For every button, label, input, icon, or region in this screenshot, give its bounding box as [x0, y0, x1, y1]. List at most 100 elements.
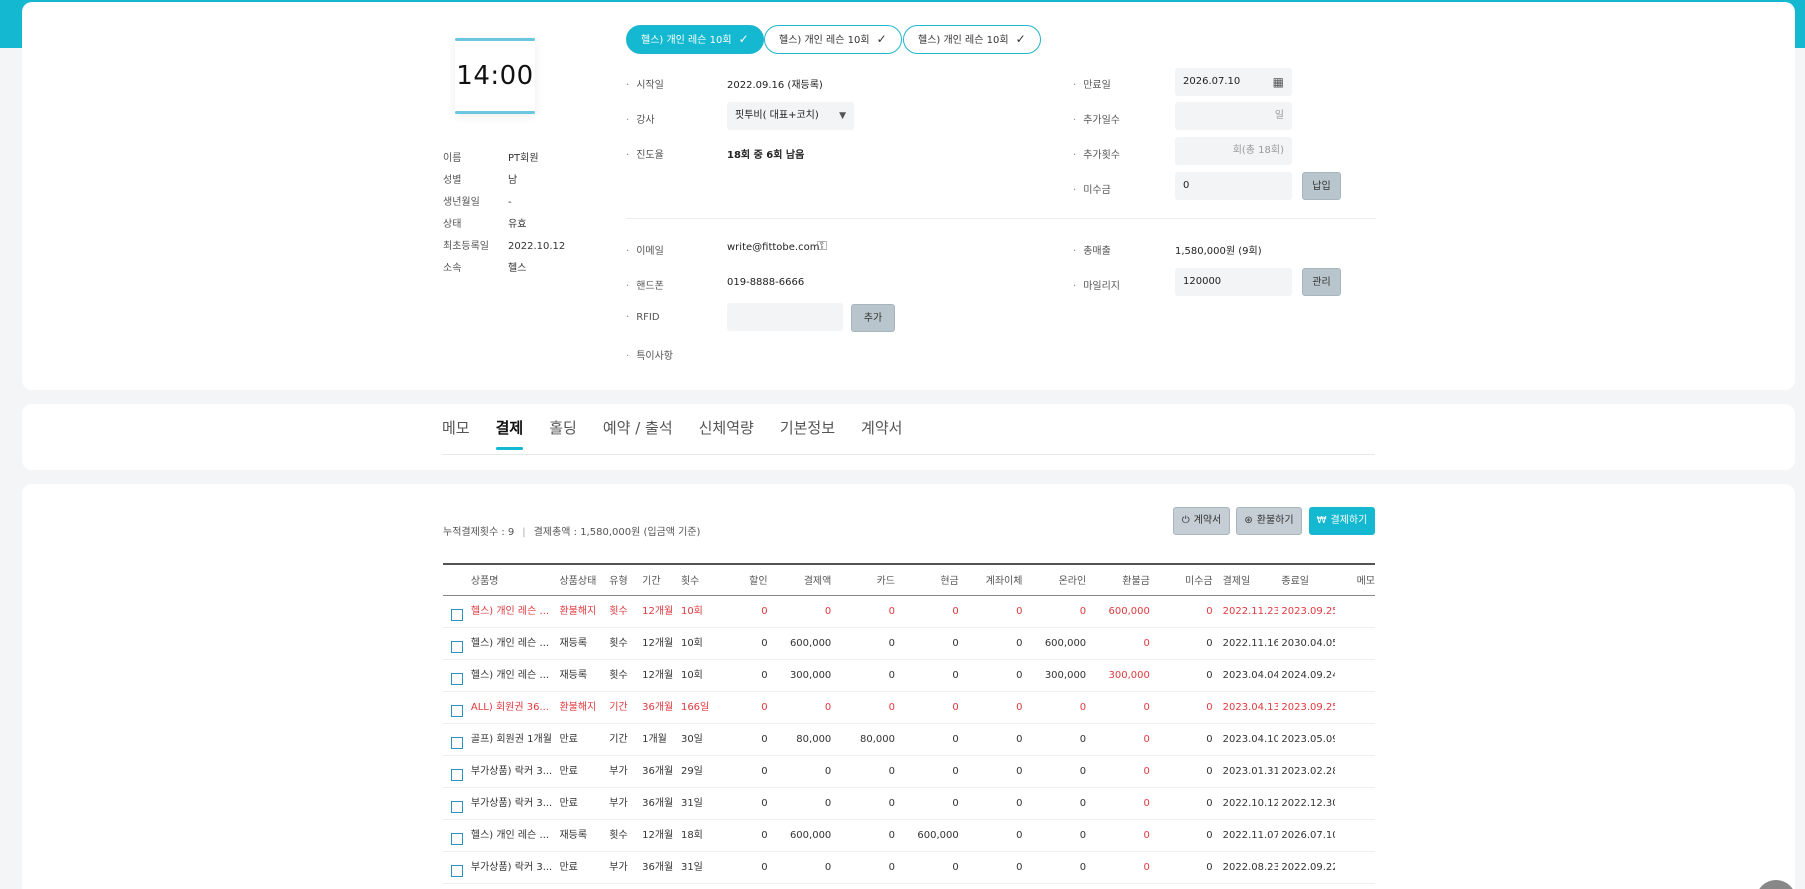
- table-row[interactable]: 헬스) 개인 레슨 ... 재등록 횟수 12개월 10회 0 600,000 0 0 0 600,…: [443, 628, 1375, 660]
- key-icon[interactable]: ⚿: [817, 239, 827, 254]
- col-pay-date-cell: 2023.04.10: [1222, 734, 1279, 745]
- table-header: 상품명 상품상태 유형 기간 횟수 할인 결제액 카드 현금 계좌이체 온라인 환불금 미수금 결제일 종료…: [443, 563, 1375, 596]
- col-end-date-cell: 2023.09.25: [1281, 606, 1336, 617]
- row-checkbox[interactable]: [450, 864, 463, 877]
- end-date-label: 만료일: [1073, 76, 1111, 91]
- col-type-cell: 횟수: [609, 638, 628, 649]
- mileage-manage-button[interactable]: 관리: [1302, 268, 1341, 296]
- table-row[interactable]: 헬스) 개인 레슨 ... 재등록 횟수 12개월 18회 0 600,000 0 600,00…: [443, 820, 1375, 852]
- instructor-label: 강사: [626, 111, 654, 126]
- pay-unpaid-button[interactable]: 납입: [1302, 172, 1341, 200]
- table-row[interactable]: 헬스) 개인 레슨 ... 환불해지 횟수 12개월 10회 0 0 0 0 0 0 600,000 0…: [443, 596, 1375, 628]
- col-cash-cell: 0: [952, 798, 959, 809]
- calendar-icon[interactable]: ▦: [1273, 68, 1284, 96]
- col-payment-cell: 0: [824, 798, 832, 809]
- col-status-cell: 환불해지: [559, 606, 597, 617]
- col-payment-cell: 600,000: [789, 638, 832, 649]
- col-unpaid-cell: 0: [1206, 638, 1213, 649]
- tab-contract[interactable]: 계약서: [861, 417, 902, 450]
- member-info: 이름 PT회원 성별 남 생년월일 - 상태 유효 최초등록일 2022.10.12 소속…: [443, 148, 565, 280]
- col-memo-cell: [1335, 756, 1375, 787]
- total-sales-label: 총매출: [1073, 242, 1111, 257]
- col-card-cell: 0: [888, 830, 896, 841]
- email-value: write@fittobe.com: [727, 242, 820, 253]
- info-row: 생년월일 -: [443, 192, 565, 214]
- row-checkbox[interactable]: [450, 704, 463, 717]
- check-icon: ✓: [1015, 32, 1026, 46]
- tab-body[interactable]: 신체역량: [699, 417, 754, 450]
- tab-holding[interactable]: 홀딩: [549, 417, 577, 450]
- add-days-input[interactable]: 일: [1175, 102, 1292, 130]
- payment-table: 상품명 상품상태 유형 기간 횟수 할인 결제액 카드 현금 계좌이체 온라인 환불금 미수금 결제일 종료…: [443, 563, 1375, 884]
- col-payment-cell: 600,000: [789, 830, 832, 841]
- col-type-cell: 횟수: [609, 830, 628, 841]
- row-checkbox[interactable]: [450, 768, 463, 781]
- col-refund-cell: 300,000: [1108, 670, 1150, 681]
- product-chip-2[interactable]: 헬스) 개인 레슨 10회 ✓: [764, 25, 902, 54]
- col-type-header: 유형: [609, 576, 628, 587]
- refund-button[interactable]: ⊛ 환불하기: [1236, 507, 1302, 535]
- col-cash-cell: 0: [952, 702, 959, 713]
- col-refund-cell: 0: [1143, 798, 1150, 809]
- col-memo-cell: [1335, 820, 1375, 851]
- tab-reservation[interactable]: 예약 / 출석: [603, 417, 673, 450]
- col-memo-cell: [1335, 788, 1375, 819]
- payment-summary: 누적결제횟수 : 9 | 결제총액 : 1,580,000원 (입금액 기준): [443, 523, 700, 538]
- row-checkbox[interactable]: [450, 640, 463, 653]
- row-checkbox[interactable]: [450, 736, 463, 749]
- table-row[interactable]: 헬스) 개인 레슨 ... 재등록 횟수 12개월 10회 0 300,000 0 0 0 300,…: [443, 660, 1375, 692]
- instructor-select[interactable]: 핏투비( 대표+코치) ▼: [727, 102, 854, 130]
- row-checkbox[interactable]: [450, 832, 463, 845]
- col-cash-cell: 0: [952, 734, 959, 745]
- unpaid-input[interactable]: 0: [1175, 172, 1292, 200]
- contract-button-label: 계약서: [1193, 515, 1222, 526]
- col-product-cell: 부가상품) 락커 3...: [470, 766, 553, 777]
- tab-payment[interactable]: 결제: [495, 417, 523, 450]
- table-body: 헬스) 개인 레슨 ... 환불해지 횟수 12개월 10회 0 0 0 0 0 0 600,000 0…: [443, 596, 1375, 884]
- unpaid-label: 미수금: [1073, 181, 1111, 196]
- table-row[interactable]: 부가상품) 락커 3... 만료 부가 36개월 31일 0 0 0 0 0 0 0 0 2022.08.…: [443, 852, 1375, 884]
- col-period-header: 기간: [642, 576, 661, 587]
- rfid-add-button[interactable]: 추가: [851, 304, 895, 332]
- col-refund-cell: 0: [1143, 862, 1150, 873]
- table-row[interactable]: 부가상품) 락커 3... 만료 부가 36개월 29일 0 0 0 0 0 0 0 0 2023.01.…: [443, 756, 1375, 788]
- product-chip-1[interactable]: 헬스) 개인 레슨 10회 ✓: [626, 25, 764, 54]
- contract-button[interactable]: ⏻ 계약서: [1173, 507, 1230, 535]
- col-product-header: 상품명: [470, 576, 499, 587]
- col-end-date-cell: 2026.07.10: [1281, 830, 1336, 841]
- add-count-input[interactable]: 회(총 18회): [1175, 137, 1292, 165]
- table-row[interactable]: ALL) 회원권 36... 환불해지 기간 36개월 166일 0 0 0 0 0 0 0 0 2023…: [443, 692, 1375, 724]
- col-memo-cell: [1335, 724, 1375, 755]
- row-checkbox[interactable]: [450, 800, 463, 813]
- col-unpaid-cell: 0: [1206, 830, 1213, 841]
- col-cash-cell: 0: [952, 862, 959, 873]
- col-count-cell: 31일: [680, 862, 703, 873]
- col-cash-cell: 0: [952, 606, 959, 617]
- product-chip-3[interactable]: 헬스) 개인 레슨 10회 ✓: [903, 25, 1041, 54]
- tab-memo[interactable]: 메모: [442, 417, 470, 450]
- chip-label: 헬스) 개인 레슨 10회: [641, 35, 732, 46]
- col-discount-cell: 0: [761, 734, 768, 745]
- rfid-input[interactable]: [727, 303, 843, 331]
- row-checkbox[interactable]: [450, 672, 463, 685]
- row-checkbox[interactable]: [450, 608, 463, 621]
- col-refund-header: 환불금: [1122, 576, 1150, 587]
- mileage-input[interactable]: 120000: [1175, 268, 1292, 296]
- check-icon: ✓: [738, 32, 749, 46]
- col-end-date-header: 종료일: [1281, 576, 1309, 587]
- won-icon: ₩: [1316, 515, 1327, 526]
- info-label: 소속: [443, 263, 462, 274]
- table-row[interactable]: 골프) 회원권 1개월 만료 기간 1개월 30일 0 80,000 80,000 0 0 0 0 0 2…: [443, 724, 1375, 756]
- tab-basic-info[interactable]: 기본정보: [780, 417, 835, 450]
- pay-button[interactable]: ₩ 결제하기: [1309, 507, 1375, 535]
- col-discount-cell: 0: [761, 606, 768, 617]
- col-pay-date-header: 결제일: [1222, 576, 1251, 587]
- col-card-cell: 80,000: [860, 734, 896, 745]
- col-period-cell: 36개월: [642, 766, 674, 777]
- col-discount-cell: 0: [761, 638, 768, 649]
- row-checkbox-cell: [443, 788, 471, 819]
- col-unpaid-cell: 0: [1206, 606, 1213, 617]
- table-row[interactable]: 부가상품) 락커 3... 만료 부가 36개월 31일 0 0 0 0 0 0 0 0 2022.10.…: [443, 788, 1375, 820]
- col-refund-cell: 0: [1143, 702, 1150, 713]
- end-date-field[interactable]: 2026.07.10 ▦: [1175, 68, 1292, 96]
